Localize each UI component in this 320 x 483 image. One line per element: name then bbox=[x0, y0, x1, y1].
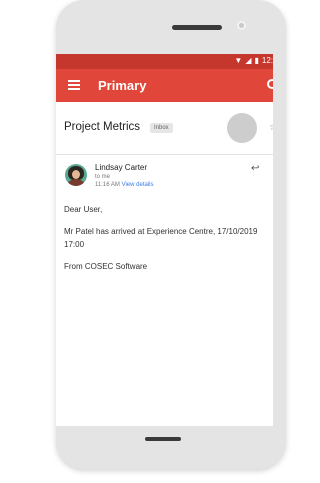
wifi-icon: ▼ bbox=[234, 56, 243, 65]
phone-speaker bbox=[172, 25, 222, 30]
status-bar: ▼ ◢ ▮ 12: bbox=[56, 54, 273, 69]
battery-icon: ▮ bbox=[254, 56, 259, 65]
menu-icon[interactable] bbox=[68, 80, 80, 90]
subject-row: Project Metrics Inbox ☆ bbox=[56, 102, 273, 155]
home-button[interactable] bbox=[145, 437, 181, 441]
reply-icon[interactable]: ↩ bbox=[251, 163, 259, 174]
sender-name: Lindsay Carter bbox=[95, 163, 148, 172]
app-toolbar: Primary bbox=[56, 69, 273, 102]
body-greeting: Dear User, bbox=[64, 205, 103, 214]
phone-camera bbox=[237, 21, 246, 30]
status-time: 12: bbox=[261, 56, 273, 65]
email-body: Dear User, Mr Patel has arrived at Exper… bbox=[56, 203, 273, 273]
view-details-link[interactable]: View details bbox=[122, 182, 154, 188]
inbox-label-chip[interactable]: Inbox bbox=[150, 123, 173, 133]
sender-row: Lindsay Carter to me 11:16 AM View detai… bbox=[56, 155, 273, 203]
email-subject: Project Metrics bbox=[64, 121, 141, 133]
status-icons: ▼ ◢ ▮ 12: bbox=[234, 56, 273, 66]
body-message: Mr Patel has arrived at Experience Centr… bbox=[64, 227, 258, 249]
signal-icon: ◢ bbox=[245, 56, 252, 65]
phone-screen: ▼ ◢ ▮ 12: Primary Project Metrics Inbox … bbox=[56, 54, 273, 426]
search-icon[interactable] bbox=[267, 79, 273, 89]
email-time-row: 11:16 AM View details bbox=[95, 182, 154, 188]
body-signature: From COSEC Software bbox=[64, 262, 148, 271]
star-icon[interactable]: ☆ bbox=[269, 122, 273, 133]
touch-indicator bbox=[227, 113, 257, 143]
email-time: 11:16 AM bbox=[95, 182, 120, 188]
recipient-text: to me bbox=[95, 174, 111, 180]
avatar[interactable] bbox=[65, 164, 87, 186]
toolbar-title: Primary bbox=[98, 78, 147, 93]
